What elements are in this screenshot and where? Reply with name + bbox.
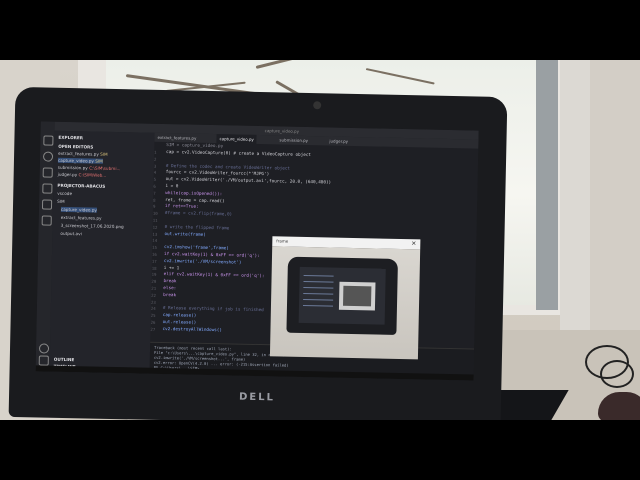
line-number: 11 bbox=[152, 217, 158, 223]
line-number: 19 bbox=[151, 272, 157, 278]
search-icon[interactable] bbox=[42, 151, 54, 162]
cable bbox=[600, 360, 634, 388]
open-editor-item[interactable]: judger.py C:\SIM\Web... bbox=[58, 172, 107, 178]
window-mullion bbox=[536, 60, 558, 310]
tree-item[interactable]: capture_video.py bbox=[60, 206, 97, 213]
line-number: 10 bbox=[152, 210, 158, 217]
recursive-screen bbox=[298, 266, 386, 325]
extensions-icon[interactable] bbox=[41, 199, 53, 210]
line-number: 1 bbox=[154, 149, 157, 155]
letterbox-top bbox=[0, 0, 640, 60]
line-number: 20 bbox=[151, 278, 157, 285]
code-line: while(cap.isOpened()): bbox=[165, 190, 223, 198]
code-line: break bbox=[163, 292, 177, 299]
code-line: i = 0 bbox=[165, 184, 179, 190]
open-editors-heading[interactable]: OPEN EDITORS bbox=[58, 144, 93, 150]
line-number: 26 bbox=[150, 319, 156, 325]
account-icon[interactable] bbox=[38, 343, 50, 354]
code-line: if cv2.waitKey(1) & 0xFF == ord('q'): bbox=[163, 252, 260, 260]
capture-frame bbox=[269, 246, 421, 360]
line-number: 22 bbox=[151, 292, 157, 298]
explorer-heading: EXPLORER bbox=[58, 134, 84, 141]
gear-icon[interactable] bbox=[38, 355, 49, 366]
code-line: cap = cv2.VideoCapture(0) # create a Vid… bbox=[166, 150, 312, 159]
line-number: 18 bbox=[151, 265, 157, 271]
open-editor-item[interactable]: submission.py C:\SIM\submi... bbox=[58, 165, 121, 171]
code-line: break bbox=[163, 279, 177, 285]
capture-title: frame bbox=[276, 238, 289, 244]
code-line: i += 1 bbox=[163, 265, 180, 271]
code-line: cv2.imshow('frame',frame) bbox=[164, 245, 229, 252]
source-control-icon[interactable] bbox=[42, 167, 53, 178]
line-number: 5 bbox=[153, 176, 157, 183]
letterbox-bottom bbox=[0, 420, 640, 480]
line-number: 8 bbox=[153, 197, 156, 203]
run-debug-icon[interactable] bbox=[42, 183, 53, 194]
wall-right bbox=[590, 60, 640, 340]
laptop: File Edit Selection View Go Run Terminal… bbox=[8, 86, 508, 420]
remote-icon[interactable] bbox=[41, 215, 52, 226]
close-icon[interactable]: ✕ bbox=[411, 239, 416, 249]
code-line: ret, frame = cap.read() bbox=[165, 197, 225, 204]
line-number: 2 bbox=[153, 156, 157, 162]
photo-scene: File Edit Selection View Go Run Terminal… bbox=[0, 60, 640, 420]
capture-window[interactable]: frame ✕ bbox=[269, 236, 421, 360]
code-line: cv2.imwrite('./VM/screenshot') bbox=[163, 258, 242, 266]
line-number: 21 bbox=[151, 285, 157, 291]
code-line: out = cv2.VideoWriter('./VM/output.avi',… bbox=[165, 177, 332, 186]
code-line: out.release() bbox=[162, 320, 197, 326]
line-number: 6 bbox=[153, 183, 156, 189]
breadcrumb: SIM > capture_video.py bbox=[166, 143, 224, 150]
line-number: 23 bbox=[150, 299, 156, 305]
code-line: if ret==True: bbox=[164, 204, 199, 211]
line-number: 13 bbox=[152, 231, 158, 237]
line-number: 24 bbox=[150, 306, 156, 312]
files-icon[interactable] bbox=[43, 135, 54, 146]
tree-item[interactable]: 3_screenshot_17.06.2020.png bbox=[61, 223, 124, 229]
code-line: out.write(frame) bbox=[164, 231, 206, 238]
recursive-laptop-image bbox=[286, 256, 398, 335]
window-frame-right bbox=[560, 60, 590, 330]
open-editor-item[interactable]: capture_video.py SIM bbox=[57, 157, 103, 164]
code-line: elif cv2.waitKey(1) & 0xFF == ord('q'): bbox=[163, 272, 265, 280]
explorer-sidebar: EXPLORER OPEN EDITORS extract_features.p… bbox=[49, 130, 155, 374]
tree-item[interactable]: extract_features.py bbox=[61, 215, 102, 221]
line-number: 15 bbox=[152, 244, 158, 251]
recursive-capture-window bbox=[338, 281, 376, 311]
code-line: cap.release() bbox=[162, 313, 197, 319]
outline-heading[interactable]: OUTLINE bbox=[54, 357, 75, 362]
line-number: 16 bbox=[151, 251, 157, 257]
laptop-screen: File Edit Selection View Go Run Terminal… bbox=[35, 121, 479, 381]
line-number: 3 bbox=[153, 163, 157, 169]
open-editor-item[interactable]: extract_features.py SIM bbox=[58, 151, 108, 157]
line-number: 12 bbox=[152, 224, 158, 230]
line-number: 9 bbox=[152, 204, 156, 210]
bezel-bottom: DELL bbox=[29, 383, 482, 420]
dell-logo: DELL bbox=[238, 391, 276, 404]
tree-item[interactable]: SIM bbox=[57, 199, 65, 204]
line-number: 25 bbox=[150, 312, 156, 319]
line-number: 7 bbox=[153, 190, 156, 196]
line-number: 27 bbox=[150, 326, 156, 332]
line-number: 4 bbox=[153, 170, 157, 176]
line-number: 14 bbox=[152, 238, 158, 244]
code-line: #frame = cv2.flip(frame,0) bbox=[164, 211, 233, 218]
code-line: # write the flipped frame bbox=[164, 224, 230, 232]
line-number: 17 bbox=[151, 258, 157, 264]
tree-item[interactable]: vscode bbox=[57, 191, 72, 196]
code-line: else: bbox=[163, 286, 177, 292]
project-heading[interactable]: PROJECTOR-ABACUS bbox=[57, 183, 105, 189]
code-line: cv2.destroyAllWindows() bbox=[162, 326, 223, 334]
tree-item[interactable]: output.avi bbox=[60, 231, 81, 236]
tab-judger[interactable]: judger.py bbox=[326, 136, 351, 146]
webcam-icon bbox=[313, 101, 322, 110]
